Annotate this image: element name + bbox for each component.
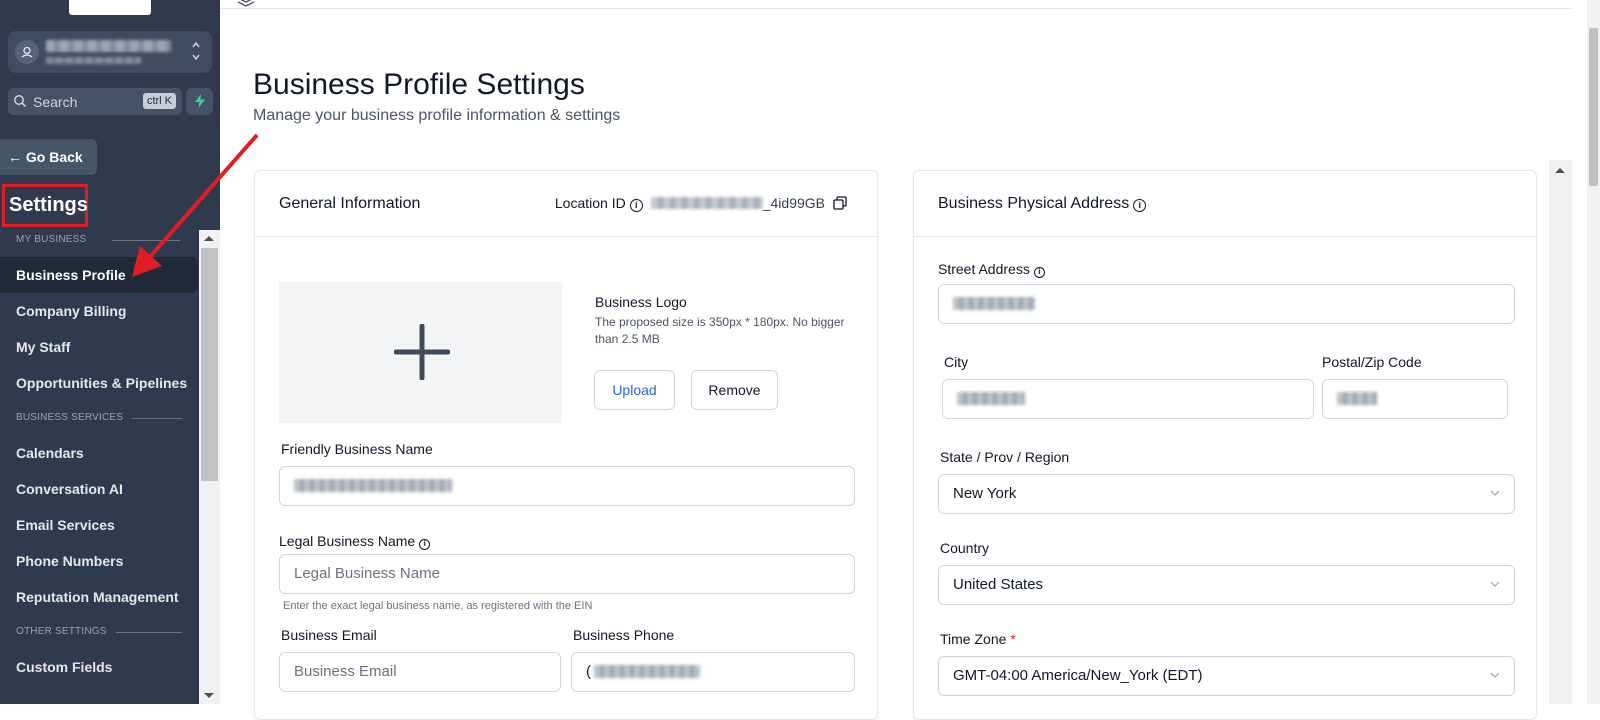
- page-scrollbar[interactable]: [1587, 0, 1600, 704]
- user-pin-icon: [21, 46, 33, 58]
- business-email-label: Business Email: [281, 627, 377, 643]
- friendly-name-input[interactable]: [279, 466, 855, 506]
- location-id: Location ID i _4id99GB: [555, 195, 847, 212]
- zip-redacted: [1337, 392, 1377, 405]
- layers-icon[interactable]: [236, 0, 256, 12]
- scroll-down-arrow-icon[interactable]: [204, 693, 214, 698]
- page-subtitle: Manage your business profile information…: [253, 107, 621, 124]
- country-label: Country: [940, 540, 990, 556]
- general-information-title: General Information: [279, 195, 421, 212]
- sidebar-search[interactable]: Search ctrl K: [8, 88, 182, 115]
- friendly-name-redacted: [294, 479, 452, 492]
- street-address-input[interactable]: [938, 284, 1515, 324]
- nav-section-business-services: BUSINESS SERVICES: [16, 412, 182, 423]
- sidebar-item-business-profile[interactable]: Business Profile: [0, 257, 198, 293]
- company-logo: [69, 0, 151, 15]
- sidebar-item-calendars[interactable]: Calendars: [0, 435, 198, 471]
- nav-section-my-business: MY BUSINESS: [16, 234, 180, 245]
- general-information-card: General Information Location ID i _4id99GB…: [254, 170, 878, 720]
- sidebar: Search ctrl K ← Go Back Settings MY BUSI…: [0, 0, 220, 704]
- nav-section-other-settings: OTHER SETTINGS: [16, 626, 182, 637]
- page-scroll-thumb[interactable]: [1589, 28, 1598, 186]
- chevron-down-icon: [1490, 672, 1500, 678]
- content-scrollbar[interactable]: [1549, 160, 1572, 704]
- street-address-redacted: [953, 297, 1035, 310]
- card-header: Business Physical Address i: [914, 171, 1536, 237]
- country-select[interactable]: United States: [938, 565, 1515, 605]
- account-switcher[interactable]: [8, 31, 212, 73]
- legal-name-label: Legal Business Name i: [279, 533, 431, 550]
- account-address-redacted: [46, 57, 141, 64]
- sidebar-scrollbar[interactable]: [199, 230, 220, 704]
- city-label: City: [944, 354, 969, 370]
- remove-button[interactable]: Remove: [691, 370, 778, 410]
- zip-input[interactable]: [1322, 379, 1508, 419]
- street-address-label: Street Address i: [938, 261, 1045, 278]
- business-address-title: Business Physical Address i: [938, 195, 1147, 213]
- legal-name-input[interactable]: Legal Business Name: [279, 554, 855, 594]
- business-phone-redacted: [594, 665, 700, 678]
- state-select[interactable]: New York: [938, 474, 1515, 514]
- sidebar-item-conversation-ai[interactable]: Conversation AI: [0, 471, 198, 507]
- business-phone-input[interactable]: (: [571, 652, 855, 692]
- top-bar: [220, 0, 1572, 9]
- sidebar-item-opportunities-pipelines[interactable]: Opportunities & Pipelines: [0, 365, 198, 401]
- search-placeholder: Search: [33, 94, 78, 110]
- upload-button[interactable]: Upload: [594, 370, 675, 410]
- location-id-suffix: 4id99GB: [770, 195, 825, 211]
- search-shortcut-badge: ctrl K: [142, 93, 176, 109]
- scroll-up-arrow-icon[interactable]: [204, 236, 214, 241]
- city-redacted: [957, 392, 1025, 405]
- timezone-select[interactable]: GMT-04:00 America/New_York (EDT): [938, 656, 1515, 696]
- city-input[interactable]: [942, 379, 1314, 419]
- friendly-name-label: Friendly Business Name: [281, 441, 433, 457]
- page-title: Business Profile Settings: [253, 68, 585, 101]
- timezone-label: Time Zone *: [940, 631, 1016, 647]
- state-label: State / Prov / Region: [940, 449, 1070, 465]
- location-avatar: [15, 40, 39, 64]
- sidebar-scroll-thumb[interactable]: [201, 248, 218, 481]
- settings-nav: MY BUSINESS Business Profile Company Bil…: [0, 232, 198, 704]
- sidebar-item-phone-numbers[interactable]: Phone Numbers: [0, 543, 198, 579]
- copy-icon[interactable]: [833, 196, 847, 210]
- scroll-up-arrow-icon[interactable]: [1555, 168, 1565, 173]
- business-logo-label: Business Logo: [595, 294, 687, 310]
- info-icon: i: [1033, 267, 1045, 278]
- business-logo-hint: The proposed size is 350px * 180px. No b…: [595, 315, 845, 346]
- chevron-down-icon: [1490, 490, 1500, 496]
- sidebar-item-my-staff[interactable]: My Staff: [0, 329, 198, 365]
- settings-heading: Settings: [2, 184, 88, 227]
- chevron-updown-icon: [190, 39, 202, 65]
- business-phone-label: Business Phone: [573, 627, 675, 643]
- account-name-redacted: [46, 40, 171, 52]
- card-header: General Information Location ID i _4id99GB: [255, 171, 877, 237]
- location-id-redacted: [650, 197, 763, 209]
- info-icon: i: [629, 199, 643, 212]
- info-icon: i: [1133, 199, 1147, 212]
- plus-icon: [394, 324, 450, 380]
- zip-label: Postal/Zip Code: [1322, 354, 1422, 370]
- legal-name-helper: Enter the exact legal business name, as …: [283, 600, 593, 612]
- sidebar-item-reputation-management[interactable]: Reputation Management: [0, 579, 198, 615]
- chevron-down-icon: [1490, 581, 1500, 587]
- sidebar-item-company-billing[interactable]: Company Billing: [0, 293, 198, 329]
- sidebar-item-custom-fields[interactable]: Custom Fields: [0, 649, 198, 685]
- search-icon: [14, 95, 27, 108]
- quick-actions-bolt-icon[interactable]: [186, 88, 213, 115]
- sidebar-item-email-services[interactable]: Email Services: [0, 507, 198, 543]
- required-asterisk: *: [1010, 631, 1016, 647]
- go-back-button[interactable]: ← Go Back: [0, 139, 97, 175]
- info-icon: i: [419, 539, 431, 550]
- business-logo-dropzone[interactable]: [279, 282, 562, 423]
- business-address-card: Business Physical Address i Street Addres…: [913, 170, 1537, 720]
- location-id-label: Location ID: [554, 195, 626, 211]
- business-email-input[interactable]: Business Email: [279, 652, 561, 692]
